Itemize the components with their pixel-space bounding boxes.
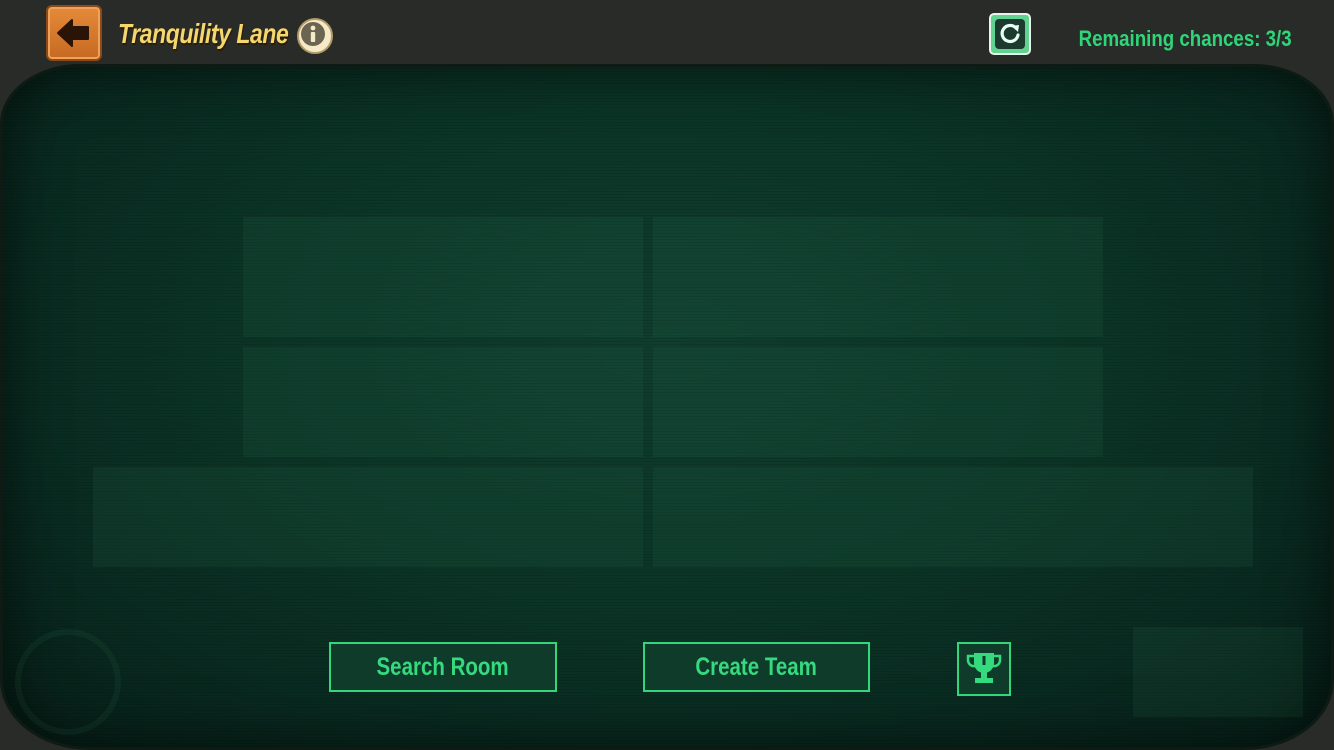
create-team-button[interactable]: Create Team — [643, 642, 870, 692]
back-arrow-icon — [57, 19, 89, 47]
search-room-button[interactable]: Search Room — [329, 642, 557, 692]
lobby-panel: Search Room Create Team — [0, 64, 1334, 750]
trophy-icon — [966, 653, 1002, 683]
back-button[interactable] — [46, 5, 102, 61]
refresh-button[interactable] — [989, 13, 1031, 55]
info-icon — [301, 22, 325, 46]
search-room-label: Search Room — [376, 652, 510, 681]
game-screen: Tranquility Lane Remaining chances: 3/3 — [0, 0, 1334, 750]
create-team-label: Create Team — [695, 652, 818, 681]
leaderboard-button[interactable] — [957, 642, 1011, 696]
page-title: Tranquility Lane — [118, 18, 289, 49]
info-button[interactable] — [297, 18, 333, 54]
remaining-chances: Remaining chances: 3/3 — [1078, 26, 1292, 51]
refresh-icon — [995, 19, 1025, 49]
top-bar: Tranquility Lane Remaining chances: 3/3 — [0, 0, 1334, 70]
